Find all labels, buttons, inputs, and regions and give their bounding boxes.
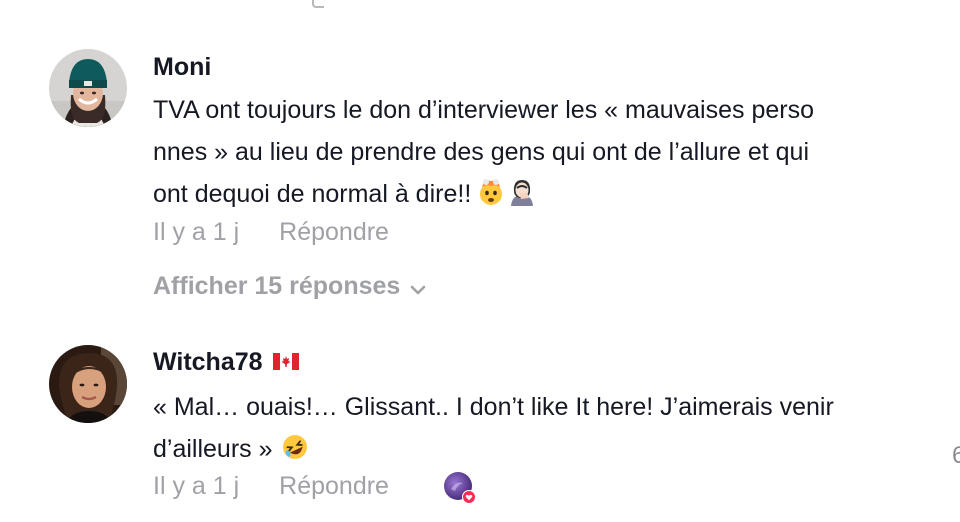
reply-button[interactable]: Répondre: [279, 472, 389, 501]
chevron-down-icon: [410, 274, 426, 303]
avatar[interactable]: [49, 49, 127, 127]
comment-text-line: d’ailleurs »: [153, 435, 273, 463]
avatar-image: [49, 345, 127, 423]
creator-liked-heart-icon: [443, 471, 476, 504]
comment-meta: Il y a 1 j Répondre: [153, 218, 389, 247]
exploding-head-emoji: [477, 177, 505, 219]
comment-timestamp: Il y a 1 j: [153, 472, 240, 500]
comment-text-line-with-emoji: ont dequoi de normal à dire!!: [153, 173, 933, 219]
comment-text: TVA ont toujours le don d’interviewer le…: [153, 89, 933, 219]
canada-flag-icon: [272, 348, 299, 377]
username-text: Moni: [153, 53, 212, 81]
comment-text-line-with-emoji: d’ailleurs »: [153, 428, 933, 474]
view-replies-label: Afficher 15 réponses: [153, 272, 401, 300]
view-replies-button[interactable]: Afficher 15 réponses: [153, 270, 426, 303]
previous-comment-sliver: [312, 0, 324, 8]
avatar[interactable]: [49, 345, 127, 423]
comment-text-line: TVA ont toujours le don d’interviewer le…: [153, 96, 814, 124]
comment-meta: Il y a 1 j Répondre: [153, 472, 389, 501]
woman-facepalming-emoji: [507, 177, 537, 219]
username-text: Witcha78: [153, 348, 263, 376]
like-count-partial: 6: [952, 442, 960, 469]
comment-text: « Mal… ouais!… Glissant.. I don’t like I…: [153, 386, 933, 474]
reply-button[interactable]: Répondre: [279, 218, 389, 247]
comment-text-line: ont dequoi de normal à dire!!: [153, 180, 472, 208]
comment-text-line: « Mal… ouais!… Glissant.. I don’t like I…: [153, 393, 834, 421]
rolling-on-floor-laughing-emoji: [281, 432, 309, 474]
comment-username[interactable]: Moni: [153, 53, 211, 82]
comment-username[interactable]: Witcha78: [153, 348, 299, 377]
comment-text-line: nnes » au lieu de prendre des gens qui o…: [153, 138, 810, 166]
comment-timestamp: Il y a 1 j: [153, 218, 240, 246]
avatar-image: [49, 49, 127, 127]
